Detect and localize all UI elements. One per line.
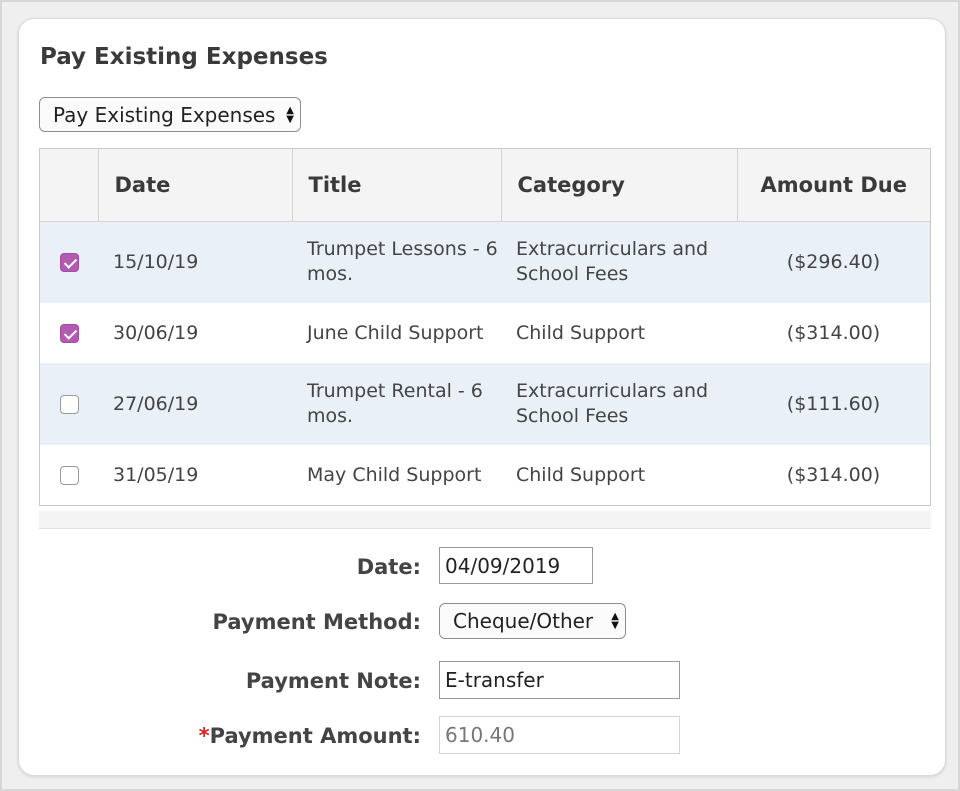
row-select-cell[interactable]	[40, 303, 98, 363]
select-arrows-icon: ▲ ▼	[286, 104, 294, 125]
payment-method-label: Payment Method:	[212, 610, 421, 634]
table-footer-bar	[39, 511, 931, 529]
payment-method-value: Cheque/Other	[453, 609, 594, 633]
row-category: Child Support	[501, 303, 737, 363]
payment-note-field[interactable]: E-transfer	[439, 661, 680, 699]
window-frame: Pay Existing Expenses Pay Existing Expen…	[0, 0, 960, 791]
row-title: Trumpet Lessons - 6 mos.	[292, 221, 501, 303]
row-checkbox[interactable]	[59, 394, 79, 414]
required-mark: *	[198, 724, 210, 748]
header-select	[40, 149, 99, 222]
select-arrows-icon: ▲ ▼	[611, 611, 619, 631]
row-title: May Child Support	[292, 445, 501, 505]
row-checkbox[interactable]	[59, 252, 79, 272]
row-amount: ($296.40)	[737, 221, 930, 303]
table-row[interactable]: 15/10/19 Trumpet Lessons - 6 mos. Extrac…	[40, 221, 930, 303]
payment-note-label: Payment Note:	[245, 669, 421, 693]
payment-amount-value: 610.40	[445, 723, 515, 747]
date-field[interactable]: 04/09/2019	[439, 547, 593, 584]
table-header-row: Date Title Category Amount Due	[40, 149, 930, 222]
payment-amount-field: 610.40	[439, 716, 680, 754]
payment-amount-label-text: Payment Amount:	[209, 724, 421, 748]
header-amount-due[interactable]: Amount Due	[737, 149, 930, 222]
row-category: Extracurriculars and School Fees	[501, 221, 737, 303]
row-category: Child Support	[501, 445, 737, 505]
row-amount: ($314.00)	[737, 303, 930, 363]
header-title[interactable]: Title	[292, 149, 502, 222]
mode-select[interactable]: Pay Existing Expenses ▲ ▼	[39, 97, 301, 132]
row-category: Extracurriculars and School Fees	[501, 363, 737, 445]
expense-card: Pay Existing Expenses Pay Existing Expen…	[18, 18, 946, 776]
row-title: June Child Support	[292, 303, 501, 363]
row-select-cell[interactable]	[40, 221, 98, 303]
row-select-cell[interactable]	[40, 363, 98, 445]
row-date: 30/06/19	[98, 303, 292, 363]
date-field-value: 04/09/2019	[445, 553, 561, 578]
row-date: 15/10/19	[98, 221, 292, 303]
row-amount: ($111.60)	[737, 363, 930, 445]
expenses-table: Date Title Category Amount Due 15/10/19 …	[39, 148, 931, 506]
mode-select-value: Pay Existing Expenses	[53, 102, 276, 127]
header-date[interactable]: Date	[98, 149, 293, 222]
table-row[interactable]: 30/06/19 June Child Support Child Suppor…	[40, 303, 930, 363]
payment-method-select[interactable]: Cheque/Other ▲ ▼	[439, 603, 626, 639]
page-title: Pay Existing Expenses	[40, 44, 328, 70]
row-date: 31/05/19	[98, 445, 292, 505]
row-select-cell[interactable]	[40, 445, 98, 505]
date-label: Date:	[356, 555, 421, 579]
payment-note-value: E-transfer	[445, 668, 544, 692]
payment-amount-label: *Payment Amount:	[199, 724, 421, 748]
table-row[interactable]: 27/06/19 Trumpet Rental - 6 mos. Extracu…	[40, 363, 930, 445]
row-amount: ($314.00)	[737, 445, 930, 505]
row-checkbox[interactable]	[59, 465, 79, 485]
row-title: Trumpet Rental - 6 mos.	[292, 363, 501, 445]
table-row[interactable]: 31/05/19 May Child Support Child Support…	[40, 445, 930, 505]
header-category[interactable]: Category	[501, 149, 738, 222]
row-checkbox[interactable]	[59, 323, 79, 343]
row-date: 27/06/19	[98, 363, 292, 445]
